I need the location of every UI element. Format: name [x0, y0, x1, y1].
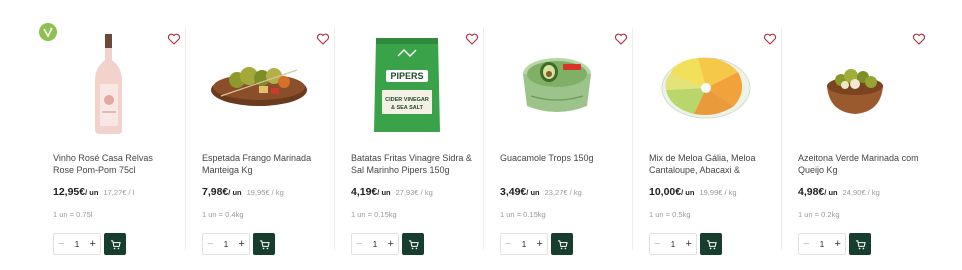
unit-info: 1 un = 0.15kg: [351, 210, 397, 219]
chicken-skewers-icon[interactable]: [199, 34, 317, 134]
decrease-quantity-button[interactable]: −: [356, 238, 362, 250]
cart-icon: [706, 239, 717, 249]
increase-quantity-button[interactable]: +: [686, 238, 692, 250]
add-to-cart-button[interactable]: [104, 233, 126, 255]
package-flavor-text: CIDER VINEGAR: [385, 97, 429, 103]
price-per-unit: 17,27€ / l: [103, 188, 135, 197]
price: 7,98€/ un 19,95€ / kg: [202, 182, 284, 200]
favorite-heart-icon[interactable]: [465, 32, 479, 46]
product-card[interactable]: Azeitona Verde Marinada com Queijo Kg 4,…: [781, 0, 930, 270]
quantity-stepper: − 1 +: [53, 233, 101, 255]
price-value: 10,00€: [649, 186, 682, 198]
quantity-stepper: − 1 +: [500, 233, 548, 255]
price-value: 4,98€: [798, 186, 825, 198]
price-unit: / un: [377, 188, 391, 197]
increase-quantity-button[interactable]: +: [388, 238, 394, 250]
price-unit: / un: [85, 188, 99, 197]
rose-wine-bottle-icon[interactable]: [50, 34, 168, 134]
increase-quantity-button[interactable]: +: [537, 238, 543, 250]
cart-icon: [110, 239, 121, 249]
product-name[interactable]: Espetada Frango Marinada Manteiga Kg: [202, 152, 324, 176]
fruit-mix-tray-icon[interactable]: [646, 34, 764, 134]
unit-info: 1 un = 0.15kg: [500, 210, 546, 219]
product-card[interactable]: Mix de Meloa Gália, Meloa Cantaloupe, Ab…: [632, 0, 781, 270]
decrease-quantity-button[interactable]: −: [505, 238, 511, 250]
price-value: 7,98€: [202, 186, 229, 198]
quantity-value[interactable]: 1: [224, 240, 228, 249]
product-name[interactable]: Batatas Fritas Vinagre Sidra & Sal Marin…: [351, 152, 473, 176]
price-per-unit: 23,27€ / kg: [544, 188, 582, 197]
price-value: 3,49€: [500, 186, 527, 198]
price-unit: / un: [824, 188, 838, 197]
unit-info: 1 un = 0.4kg: [202, 210, 244, 219]
decrease-quantity-button[interactable]: −: [207, 238, 213, 250]
add-to-cart-button[interactable]: [253, 233, 275, 255]
cart-icon: [259, 239, 270, 249]
quantity-value[interactable]: 1: [820, 240, 824, 249]
quantity-stepper: − 1 +: [202, 233, 250, 255]
quantity-value[interactable]: 1: [522, 240, 526, 249]
increase-quantity-button[interactable]: +: [239, 238, 245, 250]
price-unit: / un: [228, 188, 242, 197]
price: 12,95€/ un 17,27€ / l: [53, 182, 134, 200]
decrease-quantity-button[interactable]: −: [654, 238, 660, 250]
quantity-value[interactable]: 1: [75, 240, 79, 249]
unit-info: 1 un = 0.75l: [53, 210, 93, 219]
price-per-unit: 19,99€ / kg: [699, 188, 737, 197]
cart-icon: [855, 239, 866, 249]
guacamole-tub-icon[interactable]: [497, 34, 615, 134]
crisps-bag-icon[interactable]: PIPERS CIDER VINEGAR & SEA SALT: [348, 34, 466, 134]
quantity-stepper: − 1 +: [649, 233, 697, 255]
product-row: Vinho Rosé Casa Relvas Rose Pom-Pom 75cl…: [0, 0, 962, 270]
unit-info: 1 un = 0.2kg: [798, 210, 840, 219]
product-card[interactable]: PIPERS CIDER VINEGAR & SEA SALT Batatas …: [334, 0, 483, 270]
price-value: 4,19€: [351, 186, 378, 198]
olives-bowl-icon[interactable]: [795, 34, 913, 134]
price: 3,49€/ un 23,27€ / kg: [500, 182, 582, 200]
price-unit: / un: [681, 188, 695, 197]
quantity-stepper: − 1 +: [798, 233, 846, 255]
price: 10,00€/ un 19,99€ / kg: [649, 182, 737, 200]
product-card[interactable]: Espetada Frango Marinada Manteiga Kg 7,9…: [185, 0, 334, 270]
quantity-value[interactable]: 1: [671, 240, 675, 249]
product-name[interactable]: Azeitona Verde Marinada com Queijo Kg: [798, 152, 920, 176]
decrease-quantity-button[interactable]: −: [58, 238, 64, 250]
favorite-heart-icon[interactable]: [912, 32, 926, 46]
add-to-cart-button[interactable]: [700, 233, 722, 255]
price-value: 12,95€: [53, 186, 86, 198]
unit-info: 1 un = 0.5kg: [649, 210, 691, 219]
favorite-heart-icon[interactable]: [614, 32, 628, 46]
price: 4,19€/ un 27,93€ / kg: [351, 182, 433, 200]
price-unit: / un: [526, 188, 540, 197]
quantity-stepper: − 1 +: [351, 233, 399, 255]
package-brand-text: PIPERS: [390, 71, 423, 81]
cart-icon: [408, 239, 419, 249]
price: 4,98€/ un 24,90€ / kg: [798, 182, 880, 200]
price-per-unit: 19,95€ / kg: [246, 188, 284, 197]
add-to-cart-button[interactable]: [402, 233, 424, 255]
package-flavor-text: & SEA SALT: [391, 105, 424, 111]
product-name[interactable]: Vinho Rosé Casa Relvas Rose Pom-Pom 75cl: [53, 152, 175, 176]
product-name[interactable]: Guacamole Trops 150g: [500, 152, 622, 176]
favorite-heart-icon[interactable]: [316, 32, 330, 46]
product-name[interactable]: Mix de Meloa Gália, Meloa Cantaloupe, Ab…: [649, 152, 771, 176]
quantity-value[interactable]: 1: [373, 240, 377, 249]
product-card[interactable]: Vinho Rosé Casa Relvas Rose Pom-Pom 75cl…: [36, 0, 185, 270]
favorite-heart-icon[interactable]: [167, 32, 181, 46]
increase-quantity-button[interactable]: +: [835, 238, 841, 250]
decrease-quantity-button[interactable]: −: [803, 238, 809, 250]
increase-quantity-button[interactable]: +: [90, 238, 96, 250]
cart-icon: [557, 239, 568, 249]
favorite-heart-icon[interactable]: [763, 32, 777, 46]
price-per-unit: 27,93€ / kg: [395, 188, 433, 197]
price-per-unit: 24,90€ / kg: [842, 188, 880, 197]
add-to-cart-button[interactable]: [849, 233, 871, 255]
product-card[interactable]: Guacamole Trops 150g 3,49€/ un 23,27€ / k…: [483, 0, 632, 270]
add-to-cart-button[interactable]: [551, 233, 573, 255]
